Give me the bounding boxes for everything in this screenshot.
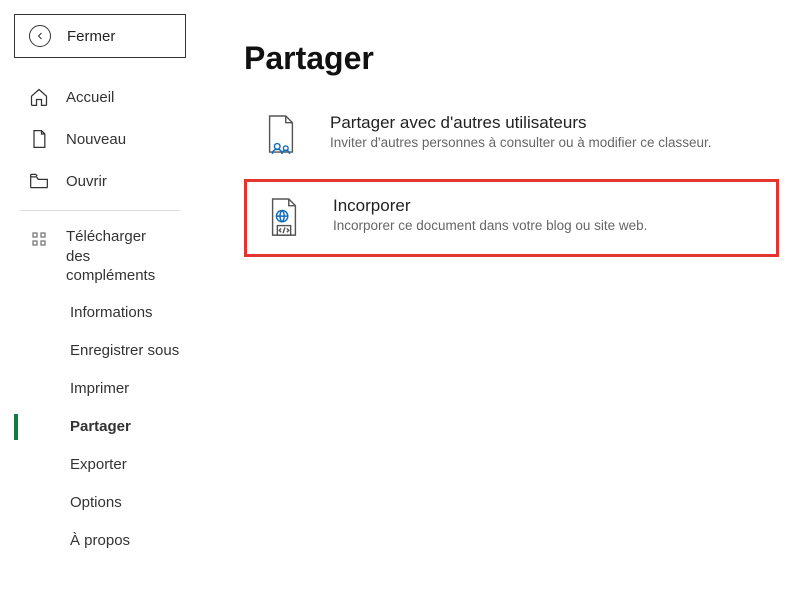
sidebar-item-about[interactable]: À propos <box>64 522 186 560</box>
option-share-users[interactable]: Partager avec d'autres utilisateurs Invi… <box>244 99 779 171</box>
sidebar-item-share[interactable]: Partager <box>64 408 186 446</box>
sidebar-item-label: Nouveau <box>66 131 126 148</box>
divider <box>20 210 180 211</box>
back-arrow-icon <box>29 25 51 47</box>
sidebar-item-print[interactable]: Imprimer <box>64 370 186 408</box>
grid-icon <box>28 227 50 249</box>
sidebar-item-new[interactable]: Nouveau <box>14 118 186 160</box>
sidebar-item-open[interactable]: Ouvrir <box>14 160 186 202</box>
option-title: Partager avec d'autres utilisateurs <box>330 113 712 133</box>
option-title: Incorporer <box>333 196 647 216</box>
option-desc: Incorporer ce document dans votre blog o… <box>333 218 647 233</box>
close-label: Fermer <box>67 28 115 45</box>
embed-icon <box>263 196 305 240</box>
page-title: Partager <box>244 40 779 77</box>
sidebar-item-addins[interactable]: Télécharger des compléments <box>14 219 186 290</box>
option-text: Incorporer Incorporer ce document dans v… <box>333 196 647 233</box>
option-desc: Inviter d'autres personnes à consulter o… <box>330 135 712 150</box>
share-users-icon <box>260 113 302 157</box>
new-file-icon <box>28 128 50 150</box>
sidebar-item-save-as[interactable]: Enregistrer sous <box>64 332 186 370</box>
sidebar-item-export[interactable]: Exporter <box>64 446 186 484</box>
sidebar-item-info[interactable]: Informations <box>64 294 186 332</box>
option-embed[interactable]: Incorporer Incorporer ce document dans v… <box>244 179 779 257</box>
sidebar-item-label: Accueil <box>66 89 114 106</box>
home-icon <box>28 86 50 108</box>
sidebar-item-options[interactable]: Options <box>64 484 186 522</box>
sidebar: Fermer Accueil Nouveau Ouvrir Télécharge… <box>0 0 200 607</box>
sidebar-item-label: Télécharger des compléments <box>66 227 172 286</box>
close-button[interactable]: Fermer <box>14 14 186 58</box>
option-text: Partager avec d'autres utilisateurs Invi… <box>330 113 712 150</box>
sidebar-item-label: Ouvrir <box>66 173 107 190</box>
sidebar-sublist: Informations Enregistrer sous Imprimer P… <box>14 294 186 560</box>
folder-open-icon <box>28 170 50 192</box>
main-content: Partager Partager avec d'autres utilisat… <box>200 0 809 607</box>
sidebar-item-home[interactable]: Accueil <box>14 76 186 118</box>
